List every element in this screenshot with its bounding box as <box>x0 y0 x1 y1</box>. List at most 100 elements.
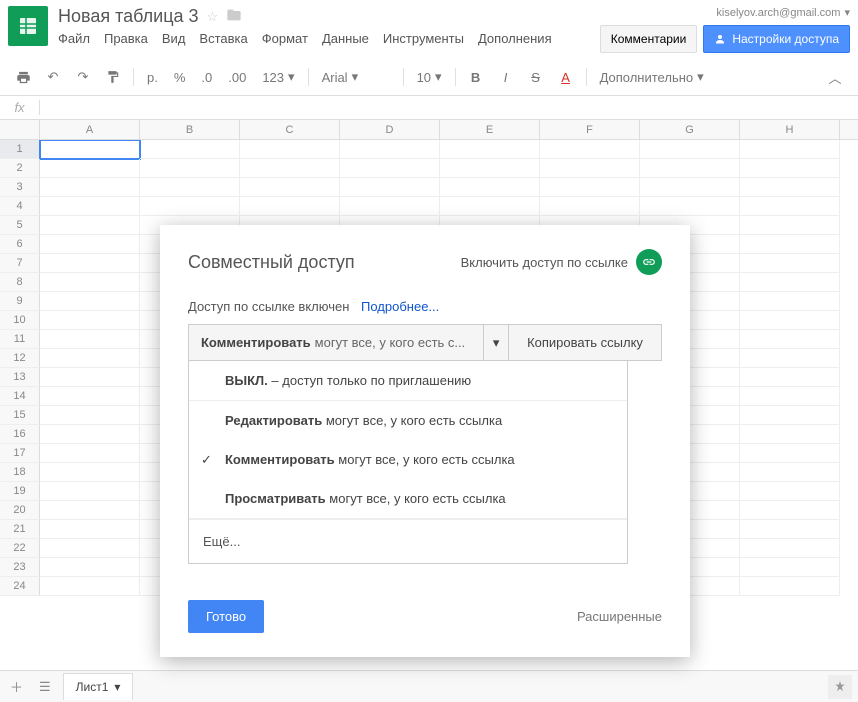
redo-icon[interactable]: ↷ <box>70 65 96 89</box>
text-color-button[interactable]: A <box>553 65 579 89</box>
col-header[interactable]: E <box>440 120 540 139</box>
menu-tools[interactable]: Инструменты <box>383 31 464 46</box>
cell[interactable] <box>540 140 640 159</box>
add-sheet-button[interactable]: ＋ <box>6 673 27 700</box>
cell[interactable] <box>40 235 140 254</box>
select-all-corner[interactable] <box>0 120 40 139</box>
document-title[interactable]: Новая таблица 3 <box>58 6 199 27</box>
cell[interactable] <box>740 235 840 254</box>
cell[interactable] <box>740 520 840 539</box>
row-header[interactable]: 9 <box>0 292 40 311</box>
cell[interactable] <box>740 577 840 596</box>
cell[interactable] <box>740 140 840 159</box>
cell[interactable] <box>40 197 140 216</box>
cell[interactable] <box>40 159 140 178</box>
cell[interactable] <box>740 178 840 197</box>
percent-format[interactable]: % <box>168 70 192 85</box>
print-icon[interactable] <box>10 65 36 89</box>
strikethrough-button[interactable]: S <box>523 65 549 89</box>
cell[interactable] <box>740 349 840 368</box>
cell[interactable] <box>40 216 140 235</box>
cell[interactable] <box>240 159 340 178</box>
cell[interactable] <box>740 254 840 273</box>
row-header[interactable]: 6 <box>0 235 40 254</box>
access-option[interactable]: ✓Комментировать могут все, у кого есть с… <box>189 440 627 479</box>
italic-button[interactable]: I <box>493 65 519 89</box>
user-email[interactable]: kiselyov.arch@gmail.com ▾ <box>716 6 850 19</box>
cell[interactable] <box>740 368 840 387</box>
access-option-more[interactable]: Ещё... <box>189 519 627 563</box>
share-button[interactable]: Настройки доступа <box>703 25 850 53</box>
bold-button[interactable]: B <box>463 65 489 89</box>
row-header[interactable]: 8 <box>0 273 40 292</box>
cell[interactable] <box>40 273 140 292</box>
star-icon[interactable]: ☆ <box>207 9 219 25</box>
access-dropdown[interactable]: Комментировать могут все, у кого есть с.… <box>189 325 484 360</box>
row-header[interactable]: 17 <box>0 444 40 463</box>
cell[interactable] <box>40 444 140 463</box>
cell[interactable] <box>240 197 340 216</box>
row-header[interactable]: 24 <box>0 577 40 596</box>
done-button[interactable]: Готово <box>188 600 264 633</box>
cell[interactable] <box>740 444 840 463</box>
folder-icon[interactable] <box>226 7 242 26</box>
cell[interactable] <box>40 558 140 577</box>
cell[interactable] <box>640 197 740 216</box>
cell[interactable] <box>40 482 140 501</box>
font-size-menu[interactable]: 10▾ <box>411 69 448 85</box>
row-header[interactable]: 23 <box>0 558 40 577</box>
row-header[interactable]: 10 <box>0 311 40 330</box>
currency-format[interactable]: p. <box>141 70 164 85</box>
menu-data[interactable]: Данные <box>322 31 369 46</box>
cell[interactable] <box>740 273 840 292</box>
explore-button[interactable] <box>828 675 852 699</box>
undo-icon[interactable]: ↶ <box>40 65 66 89</box>
cell[interactable] <box>140 178 240 197</box>
row-header[interactable]: 22 <box>0 539 40 558</box>
cell[interactable] <box>740 425 840 444</box>
col-header[interactable]: B <box>140 120 240 139</box>
menu-file[interactable]: Файл <box>58 31 90 46</box>
collapse-toolbar-icon[interactable]: ︿ <box>822 65 848 89</box>
menu-edit[interactable]: Правка <box>104 31 148 46</box>
cell[interactable] <box>340 140 440 159</box>
cell[interactable] <box>140 140 240 159</box>
sheet-tab[interactable]: Лист1 ▾ <box>63 673 134 700</box>
cell[interactable] <box>40 577 140 596</box>
font-family-menu[interactable]: Arial▾ <box>316 69 396 85</box>
cell[interactable] <box>740 216 840 235</box>
cell[interactable] <box>40 406 140 425</box>
sheets-logo[interactable] <box>8 6 48 46</box>
row-header[interactable]: 7 <box>0 254 40 273</box>
cell[interactable] <box>640 159 740 178</box>
decrease-decimal[interactable]: .0 <box>195 70 218 85</box>
cell[interactable] <box>540 178 640 197</box>
row-header[interactable]: 1 <box>0 140 40 159</box>
menu-insert[interactable]: Вставка <box>199 31 247 46</box>
cell[interactable] <box>740 463 840 482</box>
copy-link-button[interactable]: Копировать ссылку <box>509 325 661 360</box>
cell[interactable] <box>40 463 140 482</box>
cell[interactable] <box>40 178 140 197</box>
cell[interactable] <box>40 292 140 311</box>
menu-format[interactable]: Формат <box>262 31 308 46</box>
access-option[interactable]: Просматривать могут все, у кого есть ссы… <box>189 479 627 519</box>
row-header[interactable]: 21 <box>0 520 40 539</box>
cell[interactable] <box>40 140 140 159</box>
cell[interactable] <box>340 197 440 216</box>
more-tools-menu[interactable]: Дополнительно▾ <box>594 69 710 85</box>
cell[interactable] <box>40 349 140 368</box>
row-header[interactable]: 18 <box>0 463 40 482</box>
cell[interactable] <box>740 406 840 425</box>
access-option[interactable]: ВЫКЛ. – доступ только по приглашению <box>189 361 627 401</box>
row-header[interactable]: 3 <box>0 178 40 197</box>
paint-format-icon[interactable] <box>100 65 126 89</box>
access-option[interactable]: Редактировать могут все, у кого есть ссы… <box>189 401 627 440</box>
number-format-menu[interactable]: 123▾ <box>256 69 300 85</box>
row-header[interactable]: 12 <box>0 349 40 368</box>
row-header[interactable]: 20 <box>0 501 40 520</box>
cell[interactable] <box>140 197 240 216</box>
cell[interactable] <box>40 254 140 273</box>
cell[interactable] <box>140 159 240 178</box>
col-header[interactable]: F <box>540 120 640 139</box>
